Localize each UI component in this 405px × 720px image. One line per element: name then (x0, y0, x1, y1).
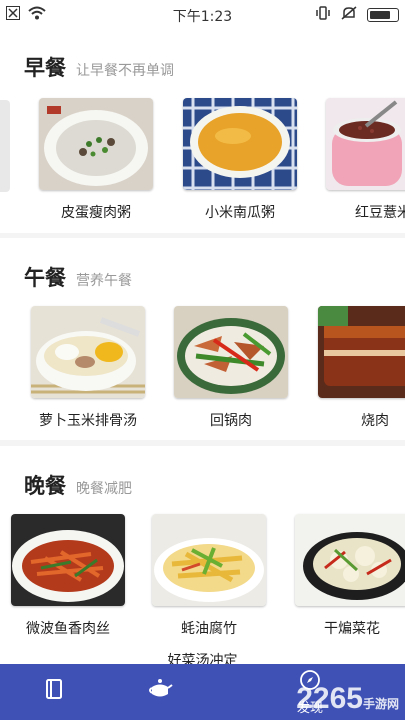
dish-image (326, 98, 405, 190)
dish-name: 皮蛋瘦肉粥 (61, 205, 131, 221)
section-title: 晚餐 (24, 474, 66, 498)
section-dinner: 晚餐 晚餐减肥 微波鱼香肉丝 蚝油腐竹 干煸菜花 (0, 446, 405, 664)
dish-name: 微波鱼香肉丝 (26, 621, 110, 637)
watermark-suffix: 手游网 (362, 697, 399, 711)
dish-card[interactable]: 小米南瓜粥 (183, 98, 297, 221)
dish-name: 萝卜玉米排骨汤 (39, 413, 137, 429)
dish-image (183, 98, 297, 190)
dish-card[interactable]: 微波鱼香肉丝 (11, 514, 125, 637)
bottom-tab-bar: 发现 2265手游网 (0, 664, 405, 720)
dish-card[interactable]: 回锅肉 (174, 306, 288, 429)
dish-image (11, 514, 125, 606)
dish-image (152, 514, 266, 606)
meal-list[interactable]: 早餐 让早餐不再单调 皮蛋瘦肉粥 小米南瓜粥 红豆薏米 午餐 营养午餐 萝卜玉米… (0, 28, 405, 664)
battery-icon (367, 8, 399, 22)
watermark-logo: 2265手游网 (296, 682, 399, 716)
dish-name: 干煸菜花 (324, 621, 380, 637)
watermark-number: 2265 (296, 682, 363, 715)
dish-card[interactable]: 萝卜玉米排骨汤 (31, 306, 145, 429)
dish-card[interactable]: 干煸菜花 (295, 514, 405, 637)
dish-image (295, 514, 405, 606)
dish-name: 烧肉 (361, 413, 389, 429)
tab-kitchen[interactable] (120, 664, 200, 720)
section-subtitle: 营养午餐 (76, 273, 132, 289)
vibrate-icon (315, 6, 331, 24)
dish-card[interactable]: 烧肉 (318, 306, 405, 429)
book-icon (45, 679, 63, 703)
section-title: 早餐 (24, 56, 66, 80)
dish-name: 红豆薏米 (355, 205, 405, 221)
section-subtitle: 让早餐不再单调 (76, 63, 174, 79)
dish-card[interactable]: 皮蛋瘦肉粥 (39, 98, 153, 221)
dish-name: 小米南瓜粥 (205, 205, 275, 221)
section-lunch: 午餐 营养午餐 萝卜玉米排骨汤 回锅肉 烧肉 (0, 238, 405, 440)
section-subtitle: 晚餐减肥 (76, 481, 132, 497)
previous-card-edge (0, 100, 10, 192)
dish-card[interactable]: 蚝油腐竹 (152, 514, 266, 637)
dish-name: 蚝油腐竹 (181, 621, 237, 637)
mute-icon (341, 6, 357, 24)
next-section-peek: 好菜汤冲定 (167, 653, 238, 664)
dish-card[interactable]: 红豆薏米 (326, 98, 405, 221)
status-bar: 下午1:23 (0, 0, 405, 28)
section-breakfast: 早餐 让早餐不再单调 皮蛋瘦肉粥 小米南瓜粥 红豆薏米 (0, 28, 405, 233)
tab-recipes[interactable] (14, 664, 94, 720)
dish-image (31, 306, 145, 398)
dish-image (318, 306, 405, 398)
teapot-icon (147, 678, 173, 704)
section-title: 午餐 (24, 266, 66, 290)
dish-image (174, 306, 288, 398)
dish-image (39, 98, 153, 190)
dish-name: 回锅肉 (210, 413, 252, 429)
